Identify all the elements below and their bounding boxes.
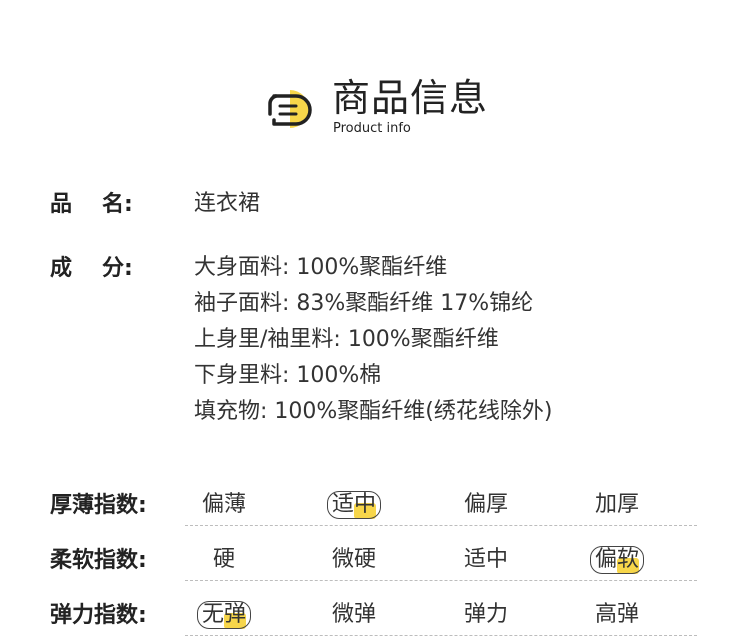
composition-line: 填充物: 100%聚酯纤维(绣花线除外) [194, 399, 553, 424]
divider [185, 635, 697, 636]
section-subtitle: Product info [333, 121, 411, 136]
softness-option-text: 适中 [463, 547, 508, 572]
softness-option-text: 微硬 [331, 547, 376, 572]
composition-label-part-a: 成 [50, 256, 73, 281]
composition-label-part-b: 分: [102, 256, 133, 281]
softness-option: 硬 [184, 543, 264, 577]
thickness-option-selected: 适中 [314, 488, 394, 522]
elasticity-option-text: 微弹 [331, 602, 376, 627]
thickness-index-row: 厚薄指数: 偏薄 适中 偏厚 加厚 [0, 486, 750, 526]
document-speech-icon [268, 90, 312, 128]
thickness-option: 加厚 [577, 488, 657, 522]
thickness-option-text: 加厚 [594, 492, 639, 517]
section-header: 商品信息 Product info [0, 0, 750, 150]
product-name-label: 品 名: [50, 192, 133, 218]
elasticity-option-selected: 无弹 [184, 598, 264, 632]
thickness-option-text: 适中 [326, 491, 381, 519]
elasticity-option-text: 高弹 [594, 602, 639, 627]
thickness-option-text: 偏薄 [201, 492, 246, 517]
product-name-label-part-b: 名: [102, 192, 133, 217]
product-name-value: 连衣裙 [194, 191, 261, 216]
composition-line: 上身里/袖里料: 100%聚酯纤维 [194, 327, 499, 352]
softness-option: 微硬 [314, 543, 394, 577]
divider [185, 525, 697, 526]
product-name-label-part-a: 品 [50, 192, 73, 217]
divider [185, 580, 697, 581]
thickness-option-text: 偏厚 [463, 492, 508, 517]
elasticity-option-text: 弹力 [463, 602, 508, 627]
softness-index-row: 柔软指数: 硬 微硬 适中 偏软 [0, 541, 750, 581]
softness-option-text: 硬 [212, 547, 235, 572]
elasticity-index-row: 弹力指数: 无弹 微弹 弹力 高弹 [0, 596, 750, 636]
thickness-option: 偏厚 [446, 488, 526, 522]
softness-index-label: 柔软指数: [50, 548, 147, 573]
composition-line: 袖子面料: 83%聚酯纤维 17%锦纶 [194, 291, 534, 316]
softness-option-selected: 偏软 [577, 543, 657, 577]
composition-line: 下身里料: 100%棉 [194, 363, 382, 388]
thickness-option: 偏薄 [184, 488, 264, 522]
elasticity-option: 高弹 [577, 598, 657, 632]
elasticity-option: 微弹 [314, 598, 394, 632]
elasticity-option: 弹力 [446, 598, 526, 632]
composition-label: 成 分: [50, 256, 133, 282]
composition-line: 大身面料: 100%聚酯纤维 [194, 255, 448, 280]
softness-option: 适中 [446, 543, 526, 577]
softness-option-text: 偏软 [589, 546, 644, 574]
elasticity-index-label: 弹力指数: [50, 603, 147, 628]
elasticity-option-text: 无弹 [196, 601, 251, 629]
section-title: 商品信息 [332, 76, 489, 120]
composition-list: 大身面料: 100%聚酯纤维 袖子面料: 83%聚酯纤维 17%锦纶 上身里/袖… [194, 250, 552, 430]
thickness-index-label: 厚薄指数: [50, 493, 147, 518]
